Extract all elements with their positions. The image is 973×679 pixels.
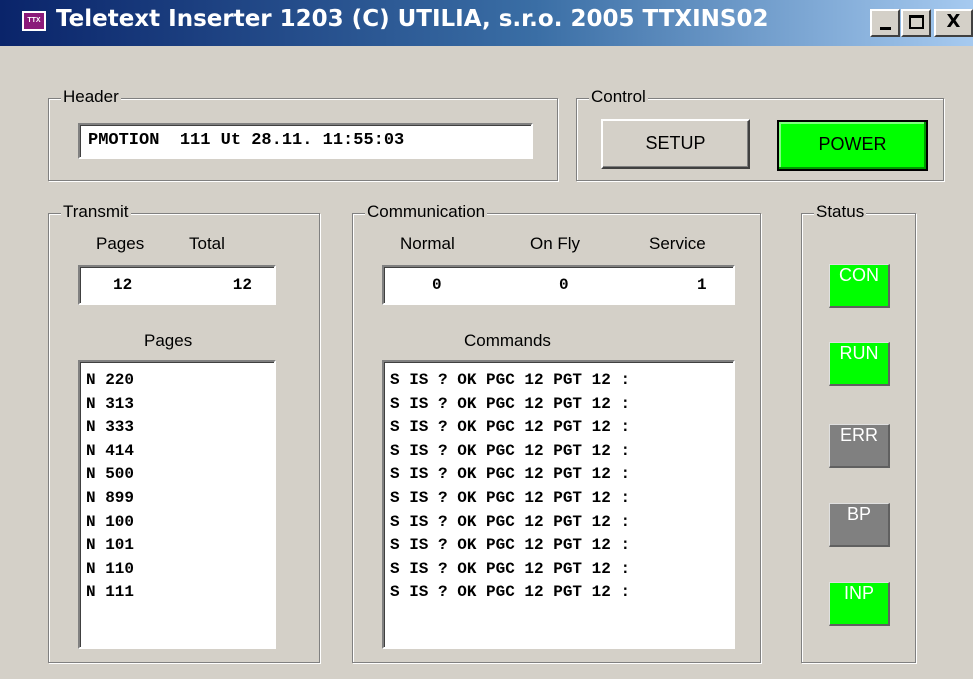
ttx-app-icon[interactable]: TTX [22,11,46,31]
run-indicator[interactable]: RUN [829,342,890,386]
list-item[interactable]: N 500 [86,463,134,487]
list-item[interactable]: S IS ? OK PGC 12 PGT 12 : [390,581,630,605]
title-bar[interactable]: TTX Teletext Inserter 1203 (C) UTILIA, s… [0,0,973,46]
list-item[interactable]: S IS ? OK PGC 12 PGT 12 : [390,487,630,511]
list-item[interactable]: S IS ? OK PGC 12 PGT 12 : [390,440,630,464]
err-indicator[interactable]: ERR [829,424,890,468]
close-icon: X [946,11,961,32]
normal-value: 0 [432,276,442,294]
list-item[interactable]: N 333 [86,416,134,440]
power-button[interactable]: POWER [777,120,928,171]
communication-counts-field: 0 0 1 [382,265,735,305]
control-group-label: Control [589,87,648,107]
list-item[interactable]: S IS ? OK PGC 12 PGT 12 : [390,463,630,487]
inp-indicator[interactable]: INP [829,582,890,626]
pages-list-label: Pages [144,331,193,350]
setup-button[interactable]: SETUP [601,119,750,169]
close-button[interactable]: X [934,9,973,37]
pages-count-value: 12 [113,276,133,294]
list-item[interactable]: S IS ? OK PGC 12 PGT 12 : [390,558,630,582]
transmit-counts-field: 12 12 [78,265,276,305]
total-count-header: Total [189,234,225,253]
pages-list[interactable]: N 220 N 313 N 333 N 414 N 500 N 899 N 10… [78,360,276,649]
service-header: Service [649,234,706,253]
status-group-label: Status [814,202,867,222]
list-item[interactable]: S IS ? OK PGC 12 PGT 12 : [390,393,630,417]
con-indicator[interactable]: CON [829,264,890,308]
window-title: Teletext Inserter 1203 (C) UTILIA, s.r.o… [56,6,769,32]
list-item[interactable]: N 414 [86,440,134,464]
main-window: TTX Teletext Inserter 1203 (C) UTILIA, s… [0,0,973,679]
commands-list[interactable]: S IS ? OK PGC 12 PGT 12 : S IS ? OK PGC … [382,360,735,649]
list-item[interactable]: S IS ? OK PGC 12 PGT 12 : [390,369,630,393]
total-count-value: 12 [232,276,252,294]
list-item[interactable]: S IS ? OK PGC 12 PGT 12 : [390,511,630,535]
list-item[interactable]: N 220 [86,369,134,393]
list-item[interactable]: N 313 [86,393,134,417]
list-item[interactable]: N 111 [86,581,134,605]
onfly-value: 0 [559,276,569,294]
bp-indicator[interactable]: BP [829,503,890,547]
list-item[interactable]: N 110 [86,558,134,582]
list-item[interactable]: N 101 [86,534,134,558]
list-item[interactable]: N 899 [86,487,134,511]
commands-label: Commands [464,331,551,350]
header-value: PMOTION 111 Ut 28.11. 11:55:03 [88,131,405,150]
list-item[interactable]: S IS ? OK PGC 12 PGT 12 : [390,416,630,440]
onfly-header: On Fly [530,234,581,253]
normal-header: Normal [400,234,455,253]
header-group-label: Header [61,87,121,107]
service-value: 1 [697,276,707,294]
minimize-icon [880,27,891,30]
list-item[interactable]: S IS ? OK PGC 12 PGT 12 : [390,534,630,558]
list-item[interactable]: N 100 [86,511,134,535]
minimize-button[interactable] [870,9,900,37]
maximize-icon [909,15,924,29]
communication-group-label: Communication [365,202,488,222]
transmit-group-label: Transmit [61,202,131,222]
pages-count-header: Pages [96,234,145,253]
header-field[interactable]: PMOTION 111 Ut 28.11. 11:55:03 [78,123,533,159]
maximize-button[interactable] [901,9,931,37]
